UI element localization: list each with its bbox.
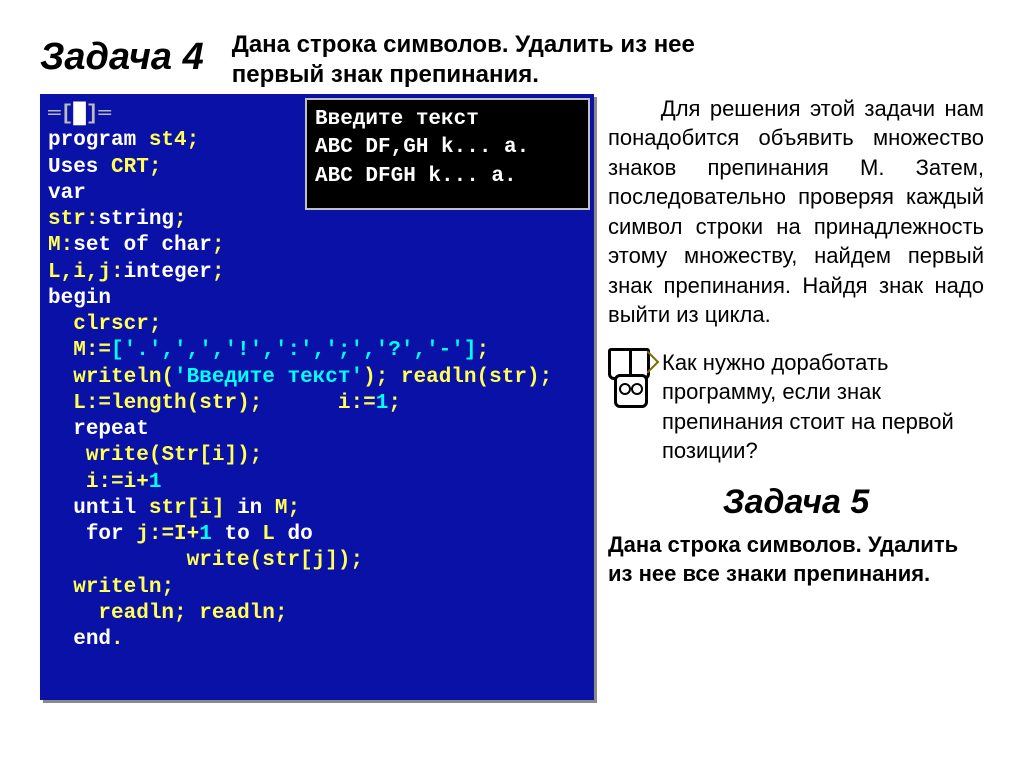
program-output: Введите текст ABC DF,GH k... a. ABC DFGH… (305, 98, 590, 210)
kw-end: end (73, 628, 111, 651)
kw-begin: begin (48, 287, 111, 310)
call-write2: write (86, 444, 149, 467)
call-writeln2: writeln (73, 576, 161, 599)
kw-do: do (288, 523, 313, 546)
call-write3: write (187, 549, 250, 572)
call-writeln1: writeln (73, 366, 161, 389)
call-readln2a: readln (98, 602, 174, 625)
out-line-3: ABC DFGH k... a. (315, 165, 517, 188)
task4-title: Задача 4 (40, 30, 204, 79)
code-editor: Введите текст ABC DF,GH k... a. ABC DFGH… (40, 94, 594, 700)
frame-left: ═[ (48, 103, 73, 126)
frame-right: ]═ (86, 103, 111, 126)
until-stri: str[i] (149, 497, 225, 520)
assign-i: i:= (338, 392, 376, 415)
call-readln1: readln (401, 366, 477, 389)
arg-strj: str[j] (262, 549, 338, 572)
task5-prompt: Дана строка символов. Удалить из нее все… (608, 531, 984, 588)
str-literal-prompt: 'Введите текст' (174, 366, 363, 389)
call-clrscr: clrscr (73, 313, 149, 336)
reader-icon (608, 348, 652, 408)
kw-in: in (237, 497, 262, 520)
out-line-1: Введите текст (315, 108, 479, 131)
var-m: M (48, 234, 61, 257)
kw-to: to (224, 523, 249, 546)
explanation-text: Для решения этой задачи нам понадобится … (608, 94, 984, 330)
var-lij: L,i,j (48, 261, 111, 284)
task4-prompt: Дана строка символов. Удалить из нее пер… (232, 30, 792, 90)
arg-stri: Str[i] (161, 444, 237, 467)
kw-repeat: repeat (73, 418, 149, 441)
arg-str: str (489, 366, 527, 389)
for-j: j:=I+ (136, 523, 199, 546)
kw-program: program (48, 129, 136, 152)
assign-m: M:= (73, 339, 111, 362)
unit-crt: CRT (111, 156, 149, 179)
call-readln2b: readln (199, 602, 275, 625)
assign-l: L:= (73, 392, 111, 415)
cursor-icon: █ (73, 103, 86, 126)
until-m: M (275, 497, 288, 520)
out-line-2: ABC DF,GH k... a. (315, 136, 529, 159)
num-one-c: 1 (199, 523, 212, 546)
for-L: L (262, 523, 275, 546)
num-one-b: 1 (149, 471, 162, 494)
question-text: Как нужно доработать программу, если зна… (662, 348, 984, 466)
arg-str2: str (199, 392, 237, 415)
call-length: length (111, 392, 187, 415)
kw-uses: Uses (48, 156, 98, 179)
kw-for: for (86, 523, 124, 546)
kw-until: until (73, 497, 136, 520)
prog-name: st4 (149, 129, 187, 152)
inc-i: i:=i+ (86, 471, 149, 494)
type-setofchar: set of char (73, 234, 212, 257)
type-string: string (98, 208, 174, 231)
kw-var: var (48, 182, 86, 205)
set-literal: ['.',',','!',':',';','?','-'] (111, 339, 476, 362)
var-str: str (48, 208, 86, 231)
type-integer: integer (124, 261, 212, 284)
task5-title: Задача 5 (608, 480, 984, 526)
num-one-a: 1 (376, 392, 389, 415)
